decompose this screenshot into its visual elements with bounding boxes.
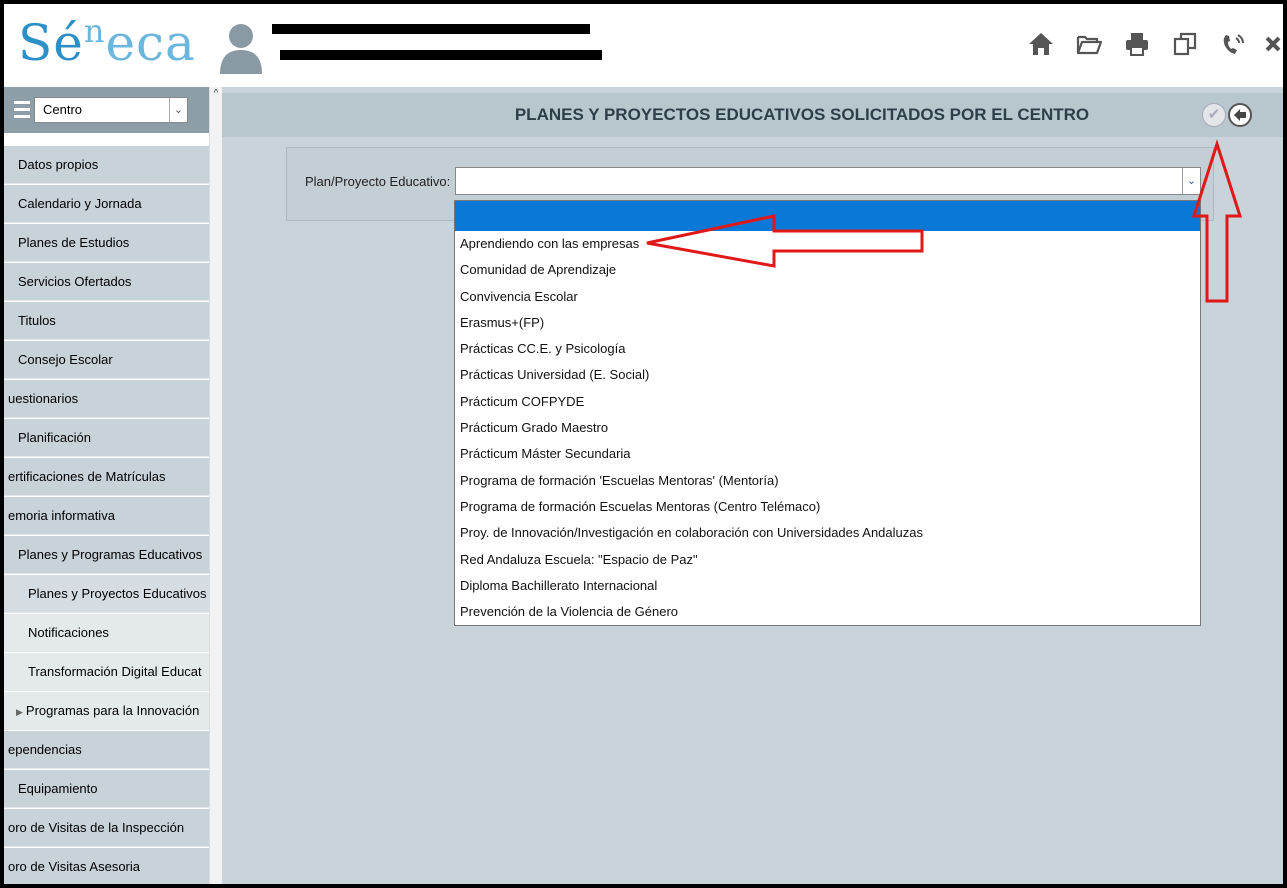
close-icon[interactable] [1263,26,1283,62]
dropdown-option[interactable]: Prácticas Universidad (E. Social) [455,362,1200,388]
profile-select[interactable]: Centro ⌄ [34,97,188,123]
plan-select[interactable]: ⌄ [455,167,1201,195]
back-arrow-icon[interactable] [1228,103,1252,127]
redacted-user-center [280,50,602,60]
sidebar-item-notificaciones[interactable]: Notificaciones [4,614,209,652]
header: Séneca [4,4,1283,87]
sidebar-item-transformacion-digital[interactable]: Transformación Digital Educat [4,653,209,691]
sidebar: Centro ⌄ Datos propios Calendario y Jorn… [4,87,222,884]
sidebar-item-calendario[interactable]: Calendario y Jornada [4,185,209,223]
sidebar-item-servicios[interactable]: Servicios Ofertados [4,263,209,301]
copy-icon[interactable] [1167,26,1203,62]
sidebar-header: Centro ⌄ [4,87,209,135]
chevron-down-icon: ⌄ [169,98,187,122]
expand-triangle-icon: ▶ [16,707,23,717]
confirm-check-icon[interactable]: ✔ [1202,103,1226,127]
title-bar: PLANES Y PROYECTOS EDUCATIVOS SOLICITADO… [222,93,1283,137]
dropdown-option[interactable]: Programa de formación Escuelas Mentoras … [455,494,1200,520]
dropdown-option[interactable]: Erasmus+(FP) [455,310,1200,336]
header-toolbar [1023,26,1283,62]
folder-open-icon[interactable] [1071,26,1107,62]
dropdown-option[interactable]: Prácticum COFPYDE [455,389,1200,415]
sidebar-item-libro-visitas-inspeccion[interactable]: oro de Visitas de la Inspección [4,809,209,847]
sidebar-item-datos-propios[interactable]: Datos propios [4,146,209,184]
seneca-logo[interactable]: Séneca [18,12,196,72]
sidebar-item-planificacion[interactable]: Planificación [4,419,209,457]
dropdown-option[interactable]: Comunidad de Aprendizaje [455,257,1200,283]
page-title: PLANES Y PROYECTOS EDUCATIVOS SOLICITADO… [514,105,1090,124]
sidebar-item-programas-innovacion[interactable]: ▶ Programas para la Innovación [4,692,209,730]
sidebar-item-label: Programas para la Innovación [25,703,200,718]
sidebar-item-planes-programas[interactable]: Planes y Programas Educativos [4,536,209,574]
phone-icon[interactable] [1215,26,1251,62]
app-window: Séneca Centro ⌄ Datos propios Calendario… [0,0,1287,888]
sidebar-item-memoria[interactable]: emoria informativa [4,497,209,535]
dropdown-option[interactable]: Prácticas CC.E. y Psicología [455,336,1200,362]
home-icon[interactable] [1023,26,1059,62]
dropdown-option[interactable]: Convivencia Escolar [455,284,1200,310]
sidebar-item-titulos[interactable]: Titulos [4,302,209,340]
dropdown-option[interactable]: Programa de formación 'Escuelas Mentoras… [455,468,1200,494]
print-icon[interactable] [1119,26,1155,62]
dropdown-option[interactable]: Diploma Bachillerato Internacional [455,573,1200,599]
dropdown-option[interactable]: Prácticum Grado Maestro [455,415,1200,441]
sidebar-item-certificaciones[interactable]: ertificaciones de Matrículas [4,458,209,496]
scroll-up-icon[interactable]: ^ [210,87,222,101]
dropdown-option[interactable]: Prácticum Máster Secundaria [455,441,1200,467]
menu-icon[interactable] [14,101,30,119]
sidebar-item-libro-visitas-asesoria[interactable]: oro de Visitas Asesoria [4,848,209,884]
dropdown-option[interactable]: Proy. de Innovación/Investigación en col… [455,520,1200,546]
main-content: PLANES Y PROYECTOS EDUCATIVOS SOLICITADO… [222,87,1283,884]
dropdown-option[interactable]: Aprendiendo con las empresas [455,231,1200,257]
sidebar-item-planes-proyectos[interactable]: Planes y Proyectos Educativos [4,575,209,613]
chevron-down-icon: ⌄ [1182,168,1200,194]
dropdown-option-empty-selected[interactable] [455,201,1200,231]
sidebar-item-equipamiento[interactable]: Equipamiento [4,770,209,808]
plan-field-label: Plan/Proyecto Educativo: [305,174,451,189]
redacted-user-name [272,24,590,34]
plan-dropdown-list: Aprendiendo con las empresas Comunidad d… [454,200,1201,626]
user-avatar-icon[interactable] [218,22,264,74]
dropdown-option[interactable]: Red Andaluza Escuela: "Espacio de Paz" [455,547,1200,573]
dropdown-option[interactable]: Prevención de la Violencia de Género [455,599,1200,625]
sidebar-item-planes-estudios[interactable]: Planes de Estudios [4,224,209,262]
sidebar-item-dependencias[interactable]: ependencias [4,731,209,769]
sidebar-item-consejo-escolar[interactable]: Consejo Escolar [4,341,209,379]
sidebar-scrollbar[interactable]: ^ [209,87,222,884]
sidebar-menu: Datos propios Calendario y Jornada Plane… [4,146,209,884]
sidebar-item-cuestionarios[interactable]: uestionarios [4,380,209,418]
